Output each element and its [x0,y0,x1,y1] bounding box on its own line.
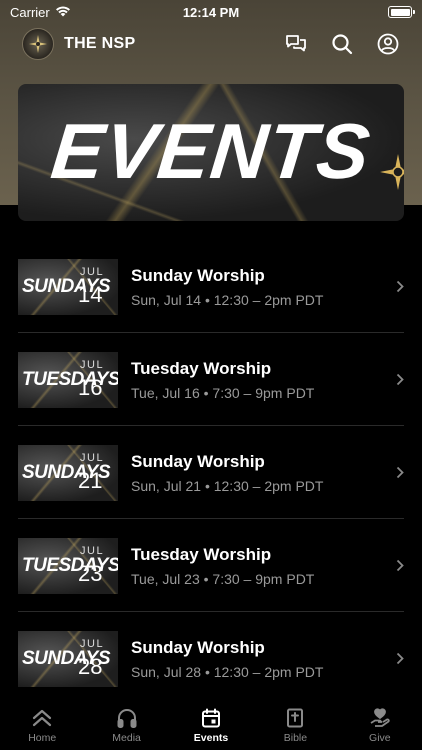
thumbnail-month: JUL [80,451,105,464]
event-thumbnail: SUNDAYS JUL 28 [18,630,118,687]
compass-logo-icon [29,35,47,53]
thumbnail-day: 14 [78,281,103,307]
event-datetime: Sun, Jul 21 • 12:30 – 2pm PDT [131,477,324,494]
tab-label: Events [193,732,229,744]
events-list: SUNDAYS JUL 14 Sunday Worship Sun, Jul 1… [0,240,422,705]
chevron-right-icon [390,559,404,572]
tab-label: Give [369,732,391,744]
thumbnail-month: JUL [80,358,105,371]
event-info: Sunday Worship Sun, Jul 14 • 12:30 – 2pm… [131,266,390,308]
carrier-label: Carrier [10,4,50,20]
event-title: Sunday Worship [131,637,265,657]
home-chevrons-icon [33,709,52,727]
status-bar: Carrier 12:14 PM [0,0,422,24]
bottom-tab-bar: Home Media Events Bible Give [0,700,422,750]
headphones-icon [117,709,137,728]
chat-icon[interactable] [284,32,308,56]
chevron-right-icon [390,466,404,479]
tab-label: Media [112,732,141,744]
battery-icon [388,6,415,18]
banner-title: EVENTS [47,107,375,195]
tab-give[interactable]: Give [338,700,422,750]
app-logo[interactable] [22,28,54,60]
event-info: Tuesday Worship Tue, Jul 23 • 7:30 – 9pm… [131,545,390,587]
top-app-bar: THE NSP [0,26,422,62]
event-title: Sunday Worship [131,265,265,285]
search-icon[interactable] [330,32,354,56]
chevron-right-icon [390,652,404,665]
top-actions [284,32,400,56]
event-datetime: Sun, Jul 28 • 12:30 – 2pm PDT [131,663,324,680]
thumbnail-day: 28 [78,653,103,679]
tab-media[interactable]: Media [84,700,168,750]
tab-home[interactable]: Home [0,700,84,750]
tab-label: Home [28,732,57,744]
bible-icon [287,708,304,728]
give-hand-heart-icon [370,708,390,727]
event-info: Sunday Worship Sun, Jul 28 • 12:30 – 2pm… [131,638,390,680]
chevron-right-icon [390,373,404,386]
event-row[interactable]: SUNDAYS JUL 28 Sunday Worship Sun, Jul 2… [0,612,422,705]
thumbnail-month: JUL [80,265,105,278]
profile-icon[interactable] [376,32,400,56]
status-left: Carrier [10,5,71,20]
thumbnail-month: JUL [80,637,105,650]
events-banner: EVENTS [18,84,404,221]
event-row[interactable]: TUESDAYS JUL 16 Tuesday Worship Tue, Jul… [0,333,422,426]
event-datetime: Tue, Jul 16 • 7:30 – 9pm PDT [131,384,315,401]
tab-events[interactable]: Events [169,700,253,750]
calendar-icon [202,708,221,728]
thumbnail-day: 16 [78,374,103,400]
thumbnail-month: JUL [80,544,105,557]
event-title: Tuesday Worship [131,358,272,378]
compass-star-icon [380,154,404,190]
event-row[interactable]: SUNDAYS JUL 21 Sunday Worship Sun, Jul 2… [0,426,422,519]
event-datetime: Tue, Jul 23 • 7:30 – 9pm PDT [131,570,315,587]
event-thumbnail: TUESDAYS JUL 23 [18,537,118,594]
thumbnail-word: TUESDAYS [22,368,118,390]
event-title: Sunday Worship [131,451,265,471]
chevron-right-icon [390,280,404,293]
app-title: THE NSP [64,35,136,52]
thumbnail-day: 23 [78,560,103,586]
thumbnail-day: 21 [78,467,103,493]
event-datetime: Sun, Jul 14 • 12:30 – 2pm PDT [131,291,324,308]
tab-bible[interactable]: Bible [253,700,337,750]
event-info: Sunday Worship Sun, Jul 21 • 12:30 – 2pm… [131,452,390,494]
event-title: Tuesday Worship [131,544,272,564]
event-thumbnail: SUNDAYS JUL 14 [18,258,118,315]
tab-label: Bible [283,732,308,744]
wifi-icon [55,5,71,20]
event-thumbnail: SUNDAYS JUL 21 [18,444,118,501]
event-row[interactable]: SUNDAYS JUL 14 Sunday Worship Sun, Jul 1… [0,240,422,333]
event-info: Tuesday Worship Tue, Jul 16 • 7:30 – 9pm… [131,359,390,401]
event-row[interactable]: TUESDAYS JUL 23 Tuesday Worship Tue, Jul… [0,519,422,612]
event-thumbnail: TUESDAYS JUL 16 [18,351,118,408]
thumbnail-word: TUESDAYS [22,554,118,576]
